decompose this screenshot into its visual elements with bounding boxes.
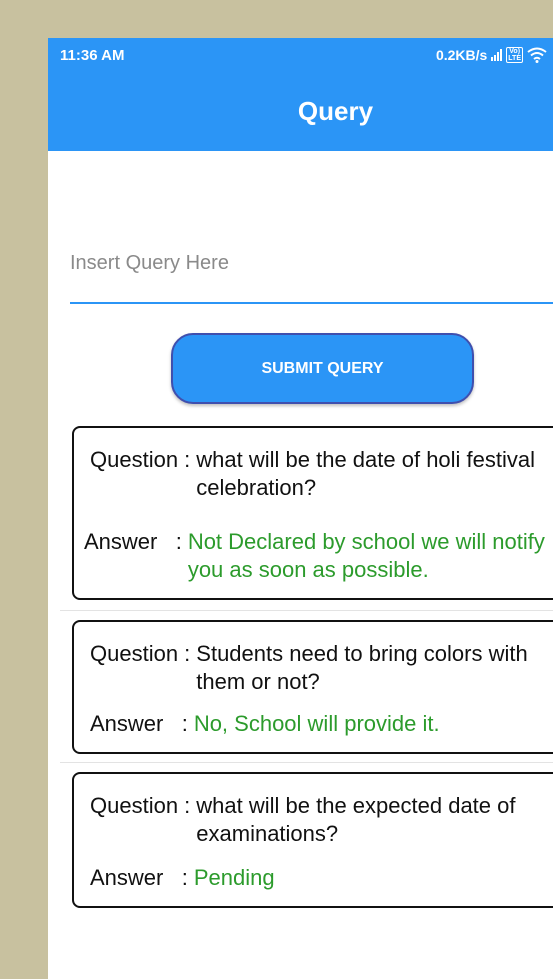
submit-query-button[interactable]: SUBMIT QUERY (171, 333, 474, 404)
signal-icon (491, 49, 503, 61)
status-icons: 0.2KB/s Vo) LTE (436, 47, 547, 63)
status-time: 11:36 AM (60, 47, 125, 64)
app-bar: 11:36 AM 0.2KB/s Vo) LTE Query (48, 38, 553, 151)
question-text: Students need to bring colors with them … (196, 641, 528, 694)
question-label: Question : (90, 447, 191, 472)
answer-row: Answer : Pending (90, 864, 553, 892)
phone-screen: 11:36 AM 0.2KB/s Vo) LTE Query Insert Qu… (48, 38, 553, 979)
answer-label: Answer : (84, 529, 182, 554)
answer-text: Not Declared by school we will notify yo… (187, 529, 545, 582)
divider (60, 610, 553, 611)
volte-label-top: Vo) (509, 48, 521, 55)
volte-icon: Vo) LTE (506, 47, 523, 63)
question-label: Question : (90, 793, 191, 818)
query-card: Question : what will be the date of holi… (72, 426, 553, 600)
status-bar: 11:36 AM 0.2KB/s Vo) LTE (48, 38, 553, 74)
wifi-icon (527, 47, 547, 63)
question-text: what will be the date of holi festival c… (196, 447, 536, 500)
question-row: Question : Students need to bring colors… (90, 640, 553, 696)
page-title: Query (297, 96, 374, 126)
answer-label: Answer : (90, 711, 188, 736)
volte-label-bottom: LTE (508, 55, 521, 62)
answer-text: No, School will provide it. (193, 711, 440, 736)
divider (60, 762, 553, 763)
question-label: Question : (90, 641, 191, 666)
question-text: what will be the expected date of examin… (196, 793, 516, 846)
query-input[interactable] (70, 224, 553, 304)
answer-row: Answer : Not Declared by school we will … (84, 528, 553, 584)
answer-label: Answer : (90, 865, 188, 890)
question-row: Question : what will be the date of holi… (90, 446, 553, 502)
question-row: Question : what will be the expected dat… (90, 792, 553, 848)
network-speed: 0.2KB/s (435, 47, 488, 63)
query-card: Question : Students need to bring colors… (72, 620, 553, 754)
answer-row: Answer : No, School will provide it. (90, 710, 553, 738)
answer-text: Pending (193, 865, 275, 890)
query-card: Question : what will be the expected dat… (72, 772, 553, 908)
